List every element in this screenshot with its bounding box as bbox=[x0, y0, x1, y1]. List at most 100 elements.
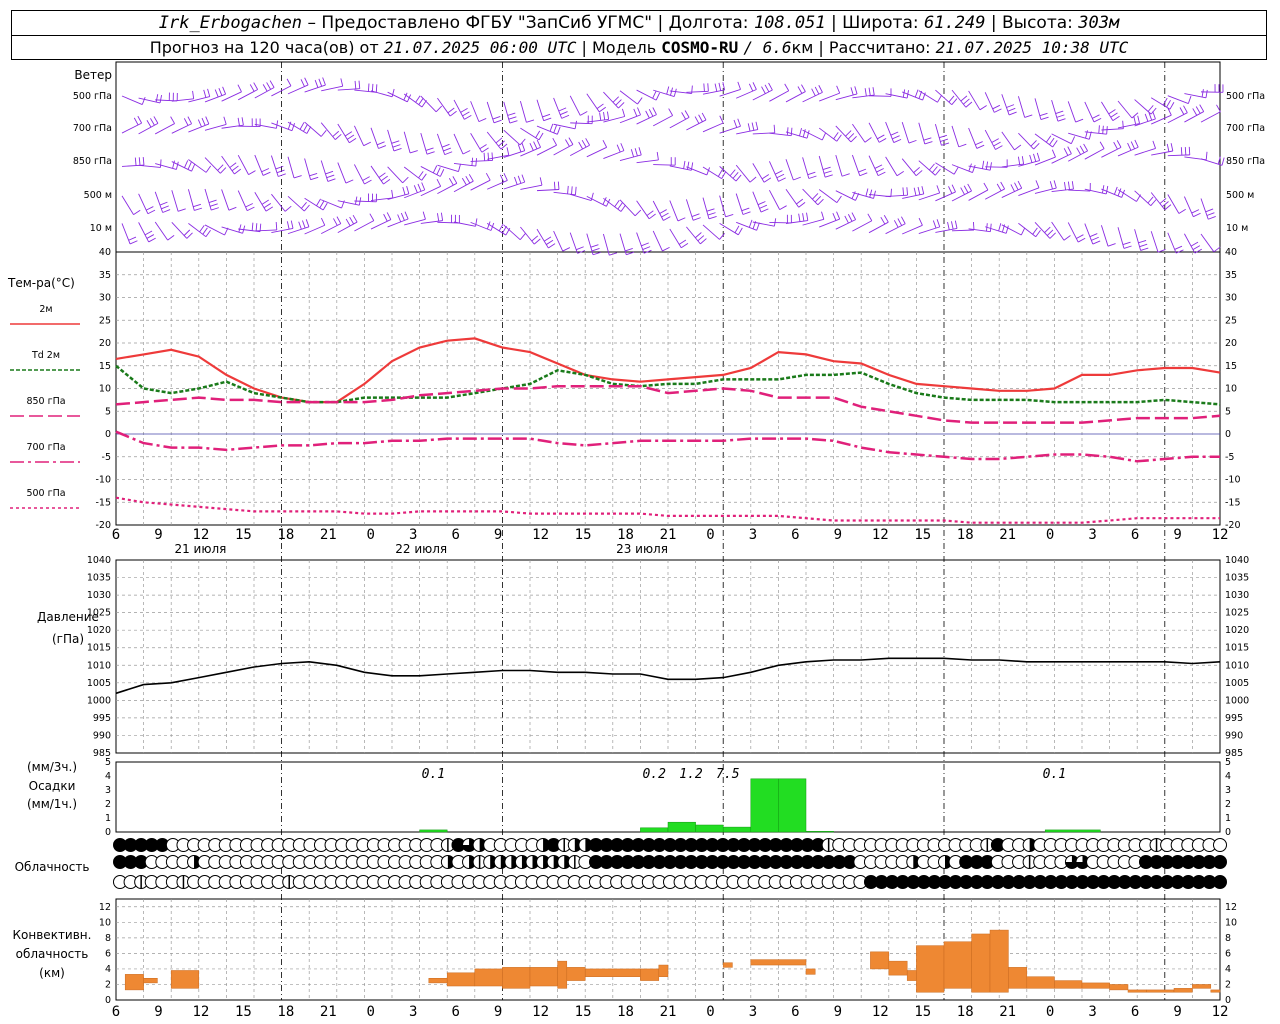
conv-bar bbox=[1081, 982, 1110, 989]
wind-barb bbox=[1101, 128, 1124, 131]
wind-barb-feather bbox=[378, 145, 387, 149]
wind-barb bbox=[1018, 132, 1034, 150]
wind-barb bbox=[254, 191, 267, 212]
temp-ytick-left: 15 bbox=[99, 361, 111, 372]
wind-barb-feather bbox=[375, 84, 378, 93]
wind-barb-feather bbox=[817, 198, 824, 206]
wind-barb-feather bbox=[146, 119, 152, 128]
wind-barb-feather bbox=[546, 239, 554, 245]
wind-barb-feather bbox=[996, 183, 1002, 192]
press-ytick-left: 1035 bbox=[87, 573, 111, 584]
wind-barb bbox=[1134, 118, 1156, 127]
wind-barb-feather bbox=[923, 137, 932, 141]
wind-barb-feather bbox=[784, 83, 790, 92]
wind-barb-feather bbox=[876, 168, 884, 173]
wind-barb-feather bbox=[947, 221, 950, 230]
temp-xtick: 9 bbox=[1173, 527, 1181, 543]
wind-barb-feather bbox=[1057, 118, 1066, 122]
wind-barb-feather bbox=[620, 143, 625, 151]
cloudiness-title: Облачность bbox=[15, 860, 90, 874]
wind-barb bbox=[1001, 224, 1022, 236]
wind-barb-feather bbox=[1159, 198, 1167, 204]
wind-barb bbox=[1084, 101, 1095, 123]
wind-barb-feather bbox=[989, 223, 992, 232]
wind-barb-feather bbox=[290, 220, 294, 229]
wind-barb-feather bbox=[205, 116, 210, 125]
wind-barb bbox=[1167, 154, 1190, 157]
wind-barb-feather bbox=[981, 160, 985, 169]
wind-barb-feather bbox=[951, 184, 956, 193]
wind-barb bbox=[453, 133, 464, 155]
wind-barb-feather bbox=[695, 232, 702, 239]
wind-barb bbox=[553, 144, 574, 156]
wind-barb-feather bbox=[836, 195, 842, 203]
conv-bar bbox=[584, 968, 641, 977]
wind-barb bbox=[486, 223, 507, 236]
wind-barb-feather bbox=[976, 144, 985, 149]
conv-xtick: 18 bbox=[957, 1004, 974, 1020]
conv-xtick: 21 bbox=[320, 1004, 337, 1020]
press-ytick-left: 1020 bbox=[87, 625, 111, 636]
wind-barb bbox=[536, 189, 559, 192]
wind-barb-feather bbox=[201, 117, 206, 126]
conv-xtick: 9 bbox=[154, 1004, 162, 1020]
wind-barb-feather bbox=[847, 133, 855, 140]
wind-barb bbox=[685, 199, 694, 221]
wind-barb bbox=[984, 92, 995, 113]
wind-barb-feather bbox=[701, 112, 707, 121]
wind-barb bbox=[719, 125, 741, 134]
wind-barb-feather bbox=[345, 179, 354, 184]
wind-barb-feather bbox=[352, 214, 358, 223]
wind-barb-feather bbox=[748, 83, 754, 92]
wind-barb bbox=[187, 189, 195, 211]
wind-barb-feather bbox=[218, 88, 223, 96]
precip-ytick-right: 3 bbox=[1225, 785, 1231, 796]
wind-barb-feather bbox=[939, 134, 947, 139]
wind-barb-feather bbox=[205, 229, 211, 237]
wind-barb-feather bbox=[880, 216, 886, 225]
wind-barb-feather bbox=[1014, 144, 1022, 151]
wind-barb-feather bbox=[708, 216, 717, 220]
wind-barb-feather bbox=[142, 157, 145, 166]
temp-ytick-left: 40 bbox=[99, 247, 111, 258]
wind-barb-feather bbox=[192, 90, 195, 99]
conv-bar bbox=[1173, 988, 1193, 993]
press-ytick-right: 1025 bbox=[1225, 608, 1249, 619]
wind-barb-feather bbox=[960, 187, 965, 195]
wind-barb-feather bbox=[763, 177, 772, 183]
wind-barb-feather bbox=[1051, 149, 1056, 158]
wind-barb-feather bbox=[692, 217, 701, 221]
wind-barb bbox=[271, 193, 286, 212]
wind-barb-feather bbox=[234, 168, 242, 175]
temperature-title: Тем-ра(°С) bbox=[7, 276, 75, 290]
wind-barb-feather bbox=[1140, 247, 1149, 251]
conv-bar bbox=[971, 933, 991, 993]
wind-barb bbox=[436, 133, 446, 155]
wind-barb-feather bbox=[544, 236, 552, 242]
wind-barb-feather bbox=[1106, 126, 1108, 135]
wind-barb bbox=[387, 218, 409, 228]
wind-barb-feather bbox=[1131, 112, 1139, 119]
wind-barb bbox=[686, 90, 709, 93]
conv-xtick: 12 bbox=[192, 1004, 209, 1020]
wind-barb-feather bbox=[391, 189, 394, 198]
wind-barb-feather bbox=[1049, 181, 1053, 190]
wind-barb-feather bbox=[521, 174, 526, 183]
precip-title: Осадки bbox=[29, 779, 76, 793]
wind-barb bbox=[470, 133, 483, 153]
wind-barb-feather bbox=[184, 160, 189, 168]
wind-barb-feather bbox=[556, 126, 561, 135]
wind-barb-feather bbox=[836, 211, 841, 220]
wind-barb bbox=[702, 166, 722, 179]
wind-barb-feather bbox=[393, 147, 402, 152]
temp-xtick: 15 bbox=[914, 527, 931, 543]
wind-barb-feather bbox=[322, 202, 328, 211]
temp-xtick: 18 bbox=[277, 527, 294, 543]
wind-barb-feather bbox=[318, 78, 323, 87]
wind-barb-feather bbox=[320, 217, 326, 226]
wind-barb bbox=[320, 122, 336, 140]
wind-barb-feather bbox=[222, 86, 227, 95]
wind-barb-feather bbox=[768, 82, 773, 91]
wind-barb-feather bbox=[418, 171, 424, 179]
wind-level-label-right: 700 гПа bbox=[1226, 123, 1265, 134]
